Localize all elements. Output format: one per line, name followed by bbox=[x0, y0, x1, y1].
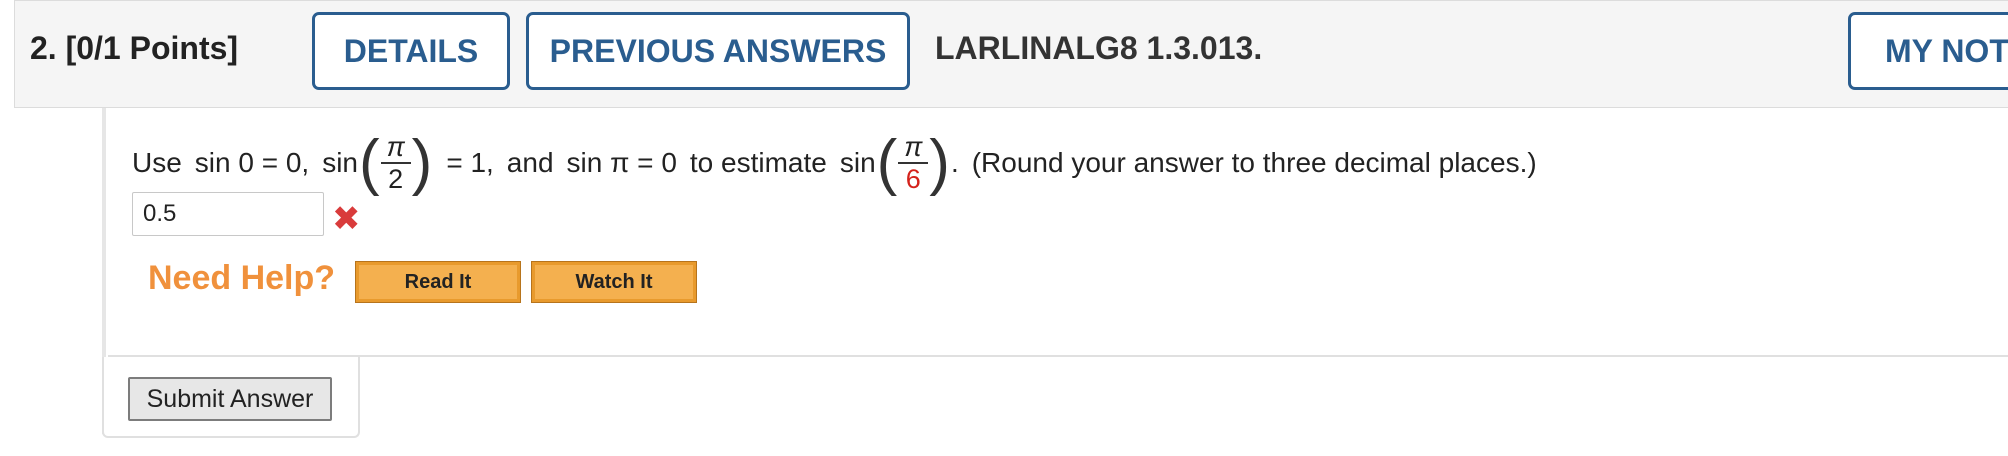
left-paren: ( bbox=[359, 128, 380, 197]
question-period: . bbox=[950, 147, 959, 178]
question-word-and: and bbox=[506, 147, 554, 178]
question-text: Use sin 0 = 0, sin ( π 2 ) = 1, and sin … bbox=[132, 132, 1537, 194]
fraction-pi-over-6: ( π 6 ) bbox=[876, 132, 951, 194]
sin-label-a: sin bbox=[322, 147, 358, 178]
previous-answers-button[interactable]: PREVIOUS ANSWERS bbox=[526, 12, 910, 90]
rounding-instruction: (Round your answer to three decimal plac… bbox=[971, 147, 1537, 178]
equation-sin-zero: sin 0 = 0, bbox=[194, 147, 310, 178]
question-number: 2. bbox=[30, 30, 57, 66]
right-paren: ) bbox=[411, 128, 433, 197]
question-word-estimate: to estimate bbox=[689, 147, 827, 178]
fraction-pi-over-2: ( π 2 ) bbox=[358, 132, 433, 194]
need-help-label: Need Help? bbox=[148, 259, 336, 297]
right-paren: ) bbox=[929, 128, 950, 197]
submit-answer-button[interactable]: Submit Answer bbox=[128, 377, 332, 421]
watch-it-button[interactable]: Watch It bbox=[531, 261, 697, 303]
fraction-numerator: π bbox=[386, 131, 405, 162]
x-mark-icon: ✖ bbox=[332, 200, 361, 238]
fraction-numerator: π bbox=[904, 131, 923, 162]
points-label: [0/1 Points] bbox=[65, 30, 239, 66]
sin-label-b: sin bbox=[839, 147, 876, 178]
question-heading: 2. [0/1 Points] bbox=[30, 30, 238, 67]
fraction-denominator-highlighted: 6 bbox=[905, 164, 921, 194]
read-it-button[interactable]: Read It bbox=[355, 261, 521, 303]
details-button[interactable]: DETAILS bbox=[312, 12, 510, 90]
assignment-id: LARLINALG8 1.3.013. bbox=[935, 30, 1263, 66]
fraction-denominator: 2 bbox=[388, 164, 404, 194]
left-paren: ( bbox=[876, 128, 898, 197]
equation-equals-one: = 1, bbox=[446, 147, 494, 178]
my-notes-button[interactable]: MY NOTES bbox=[1848, 12, 2008, 90]
answer-input[interactable] bbox=[132, 192, 324, 236]
equation-sin-pi: sin π = 0 bbox=[566, 147, 677, 178]
section-divider bbox=[108, 355, 2008, 357]
question-word-use: Use bbox=[132, 147, 182, 178]
